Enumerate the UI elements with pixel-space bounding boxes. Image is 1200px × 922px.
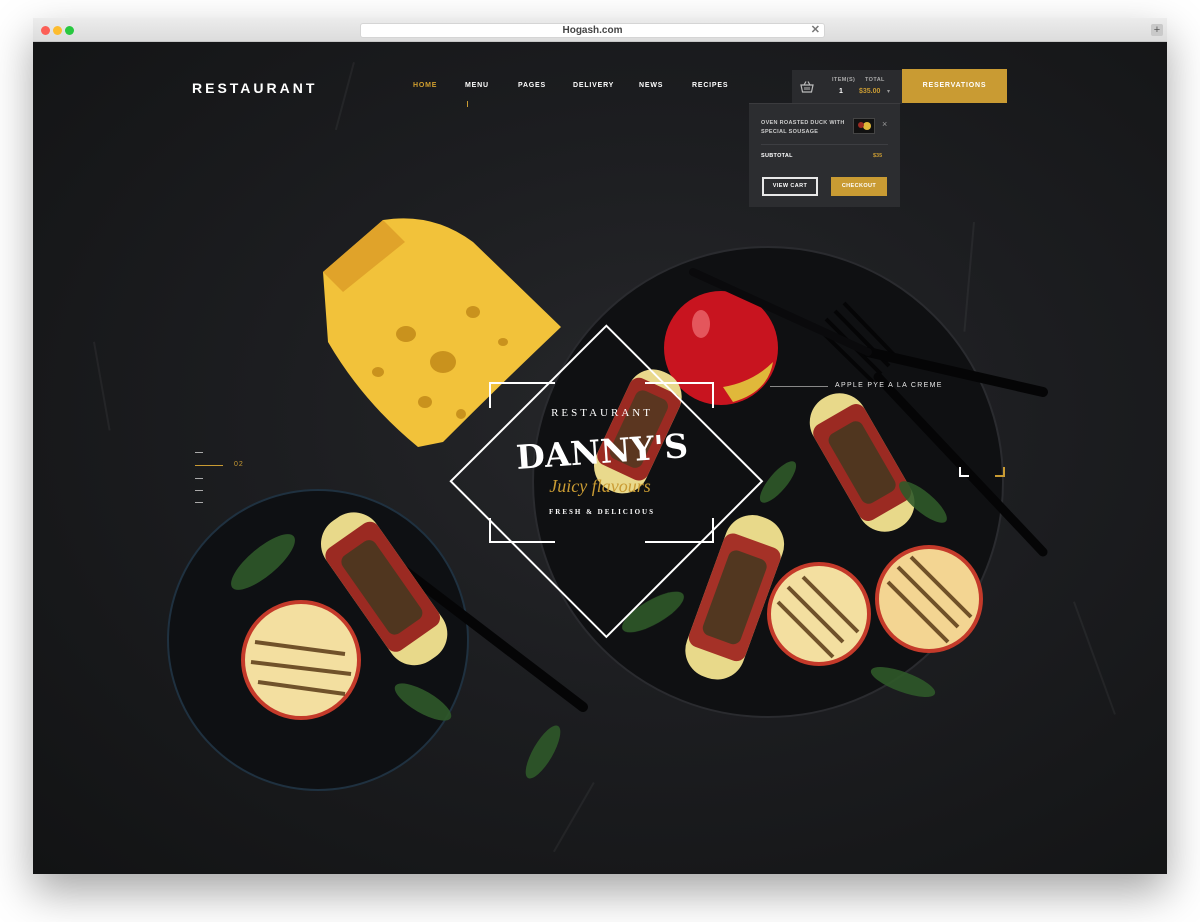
cart-dropdown: OVEN ROASTED DUCK WITH SPECIAL SOUSAGE ×… xyxy=(749,103,900,207)
slide-dot[interactable] xyxy=(195,502,203,503)
view-cart-button[interactable]: VIEW CART xyxy=(762,177,818,196)
nav-item-menu[interactable]: MENU xyxy=(465,82,489,89)
brand-tagline: Juicy flavours xyxy=(549,476,651,496)
chevron-down-icon: ▾ xyxy=(887,89,891,95)
nav-item-home[interactable]: HOME xyxy=(413,82,437,89)
subtotal-label: SUBTOTAL xyxy=(761,153,793,159)
site-logo[interactable]: RESTAURANT xyxy=(192,80,317,96)
clear-url-icon[interactable]: ✕ xyxy=(811,24,820,37)
cart-items-label: ITEM(S) xyxy=(832,77,856,83)
browser-window: Hogash.com ✕ + RESTAURANT DANNY'S Juicy … xyxy=(33,18,1167,874)
slide-dot[interactable] xyxy=(195,452,203,453)
hero-section: RESTAURANT DANNY'S Juicy flavours FRESH … xyxy=(33,42,1167,874)
cart-item-thumbnail[interactable] xyxy=(853,118,875,134)
corner-bracket-left xyxy=(959,467,969,477)
cart-total-value: $35.00 xyxy=(859,88,881,95)
nav-item-news[interactable]: NEWS xyxy=(639,82,663,89)
browser-titlebar: Hogash.com ✕ + xyxy=(33,18,1167,42)
close-window-button[interactable] xyxy=(41,26,50,35)
nav-item-delivery[interactable]: DELIVERY xyxy=(573,82,614,89)
brand-subline: FRESH & DELICIOUS xyxy=(549,508,655,516)
remove-item-icon[interactable]: × xyxy=(882,119,887,129)
brand-top-label: RESTAURANT xyxy=(551,407,653,419)
maximize-window-button[interactable] xyxy=(65,26,74,35)
cart-items-value: 1 xyxy=(839,88,843,95)
caption-line xyxy=(770,386,828,387)
reservations-button[interactable]: RESERVATIONS xyxy=(902,69,1007,103)
slide-dot[interactable] xyxy=(195,490,203,491)
slide-dot-active[interactable] xyxy=(195,465,223,466)
nav-item-recipes[interactable]: RECIPES xyxy=(692,82,728,89)
slide-number: 02 xyxy=(234,461,244,468)
address-bar-url: Hogash.com xyxy=(562,25,623,36)
subtotal-value: $35 xyxy=(873,153,883,159)
cart-total-label: TOTAL xyxy=(865,77,885,83)
nav-active-marker xyxy=(467,101,468,107)
slide-caption: APPLE PYE A LA CREME xyxy=(835,382,943,389)
red-apple xyxy=(664,291,778,405)
cart-item-name[interactable]: OVEN ROASTED DUCK WITH SPECIAL SOUSAGE xyxy=(761,119,847,137)
new-tab-button[interactable]: + xyxy=(1151,24,1163,36)
cart-summary[interactable]: ITEM(S) TOTAL 1 $35.00 ▾ xyxy=(792,70,902,104)
divider xyxy=(761,144,888,145)
nav-item-pages[interactable]: PAGES xyxy=(518,82,546,89)
checkout-button[interactable]: CHECKOUT xyxy=(831,177,887,196)
address-bar[interactable]: Hogash.com ✕ xyxy=(360,23,825,38)
basket-icon xyxy=(800,81,814,93)
corner-bracket-right xyxy=(995,467,1005,477)
minimize-window-button[interactable] xyxy=(53,26,62,35)
slide-dot[interactable] xyxy=(195,478,203,479)
